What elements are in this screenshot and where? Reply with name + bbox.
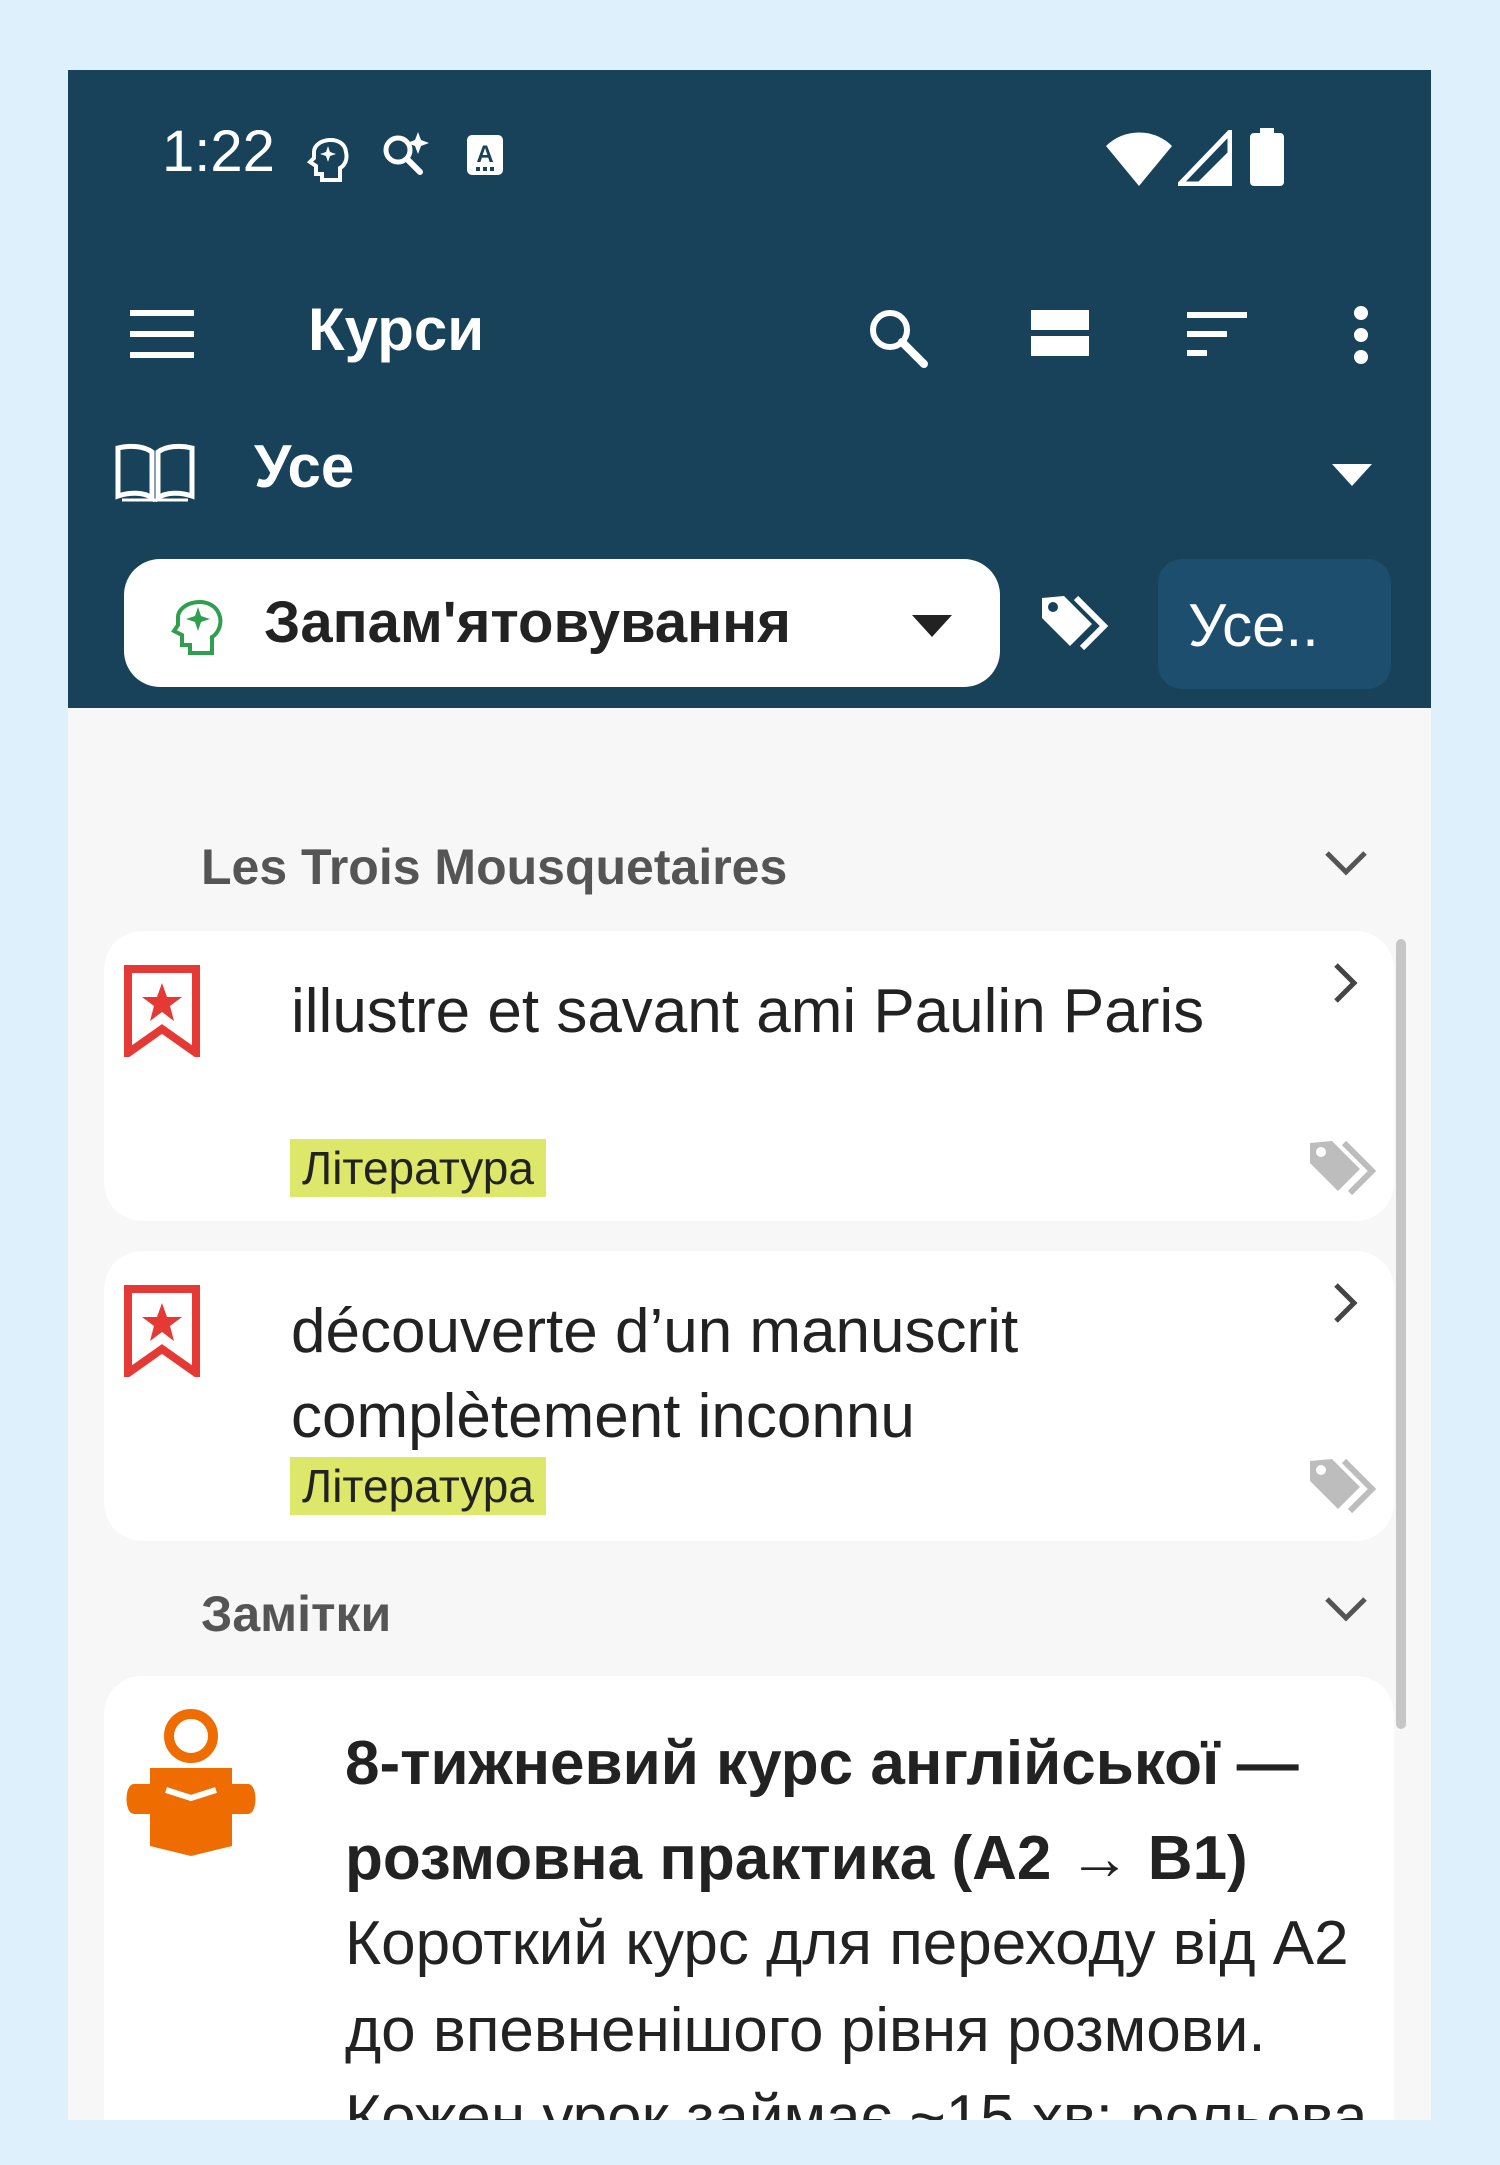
tag-chip: Література — [290, 1457, 546, 1515]
battery-icon — [1250, 128, 1284, 186]
list-item[interactable]: illustre et savant ami Paulin Paris Літе… — [104, 931, 1394, 1221]
content-list: Les Trois Mousquetaires illustre et sava… — [68, 708, 1431, 2120]
tag-chip: Література — [290, 1139, 546, 1197]
bookmark-star-icon — [124, 1285, 200, 1377]
dropdown-arrow-icon — [1332, 464, 1372, 486]
note-description: Короткий курс для переходу від A2 до впе… — [345, 1909, 1368, 2120]
mode-selector-label: Запам'ятовування — [264, 590, 792, 655]
app-bar: 1:22 A Курси Усе Запам'ятовування Усе.. — [68, 70, 1431, 708]
accessibility-text-icon: A — [467, 135, 503, 175]
dropdown-arrow-icon — [912, 615, 952, 637]
note-title: 8-тижневий курс англійської — розмовна п… — [345, 1729, 1299, 1893]
sort-icon[interactable] — [1187, 312, 1247, 356]
view-toggle-icon[interactable] — [1031, 310, 1089, 356]
list-item[interactable]: découverte d’un manuscrit complètement i… — [104, 1251, 1394, 1541]
screen: 1:22 A Курси Усе Запам'ятовування Усе.. … — [68, 70, 1431, 2120]
brain-sparkle-icon — [171, 600, 223, 655]
tag-filter-label: Усе.. — [1188, 592, 1319, 659]
card-text: découverte d’un manuscrit complètement i… — [291, 1297, 1019, 1451]
signal-icon — [1178, 130, 1232, 186]
section-header[interactable]: Замітки — [201, 1585, 391, 1643]
tags-icon[interactable] — [1308, 1139, 1378, 1195]
note-card[interactable]: 8-тижневий курс англійської — розмовна п… — [104, 1676, 1394, 2120]
brain-icon — [306, 138, 349, 182]
section-header[interactable]: Les Trois Mousquetaires — [201, 838, 787, 896]
device-frame: 1:22 A Курси Усе Запам'ятовування Усе.. … — [0, 0, 1500, 2165]
page-title: Курси — [308, 296, 485, 363]
wifi-icon — [1106, 132, 1172, 186]
sparkle-search-icon — [383, 132, 429, 175]
status-bar: 1:22 A — [68, 70, 1431, 210]
scrollbar[interactable] — [1396, 939, 1406, 1729]
svg-text:A: A — [476, 141, 493, 168]
tag-filter[interactable]: Усе.. — [1158, 559, 1391, 689]
tags-icon[interactable] — [1308, 1457, 1378, 1513]
card-text: illustre et savant ami Paulin Paris — [291, 977, 1205, 1046]
chevron-down-icon[interactable] — [1324, 1596, 1368, 1622]
menu-icon[interactable] — [130, 310, 194, 358]
tags-icon[interactable] — [1040, 594, 1110, 650]
chevron-right-icon[interactable] — [1330, 1281, 1360, 1325]
chevron-down-icon[interactable] — [1324, 850, 1368, 876]
more-icon[interactable] — [1353, 306, 1369, 364]
search-icon[interactable] — [866, 306, 928, 368]
mode-selector[interactable]: Запам'ятовування — [124, 559, 1000, 687]
student-reading-icon — [126, 1709, 256, 1856]
status-time: 1:22 — [162, 119, 275, 184]
bookmark-star-icon — [124, 965, 200, 1057]
deck-selector-label: Усе — [254, 433, 355, 500]
book-icon — [115, 443, 195, 502]
chevron-right-icon[interactable] — [1330, 961, 1360, 1005]
